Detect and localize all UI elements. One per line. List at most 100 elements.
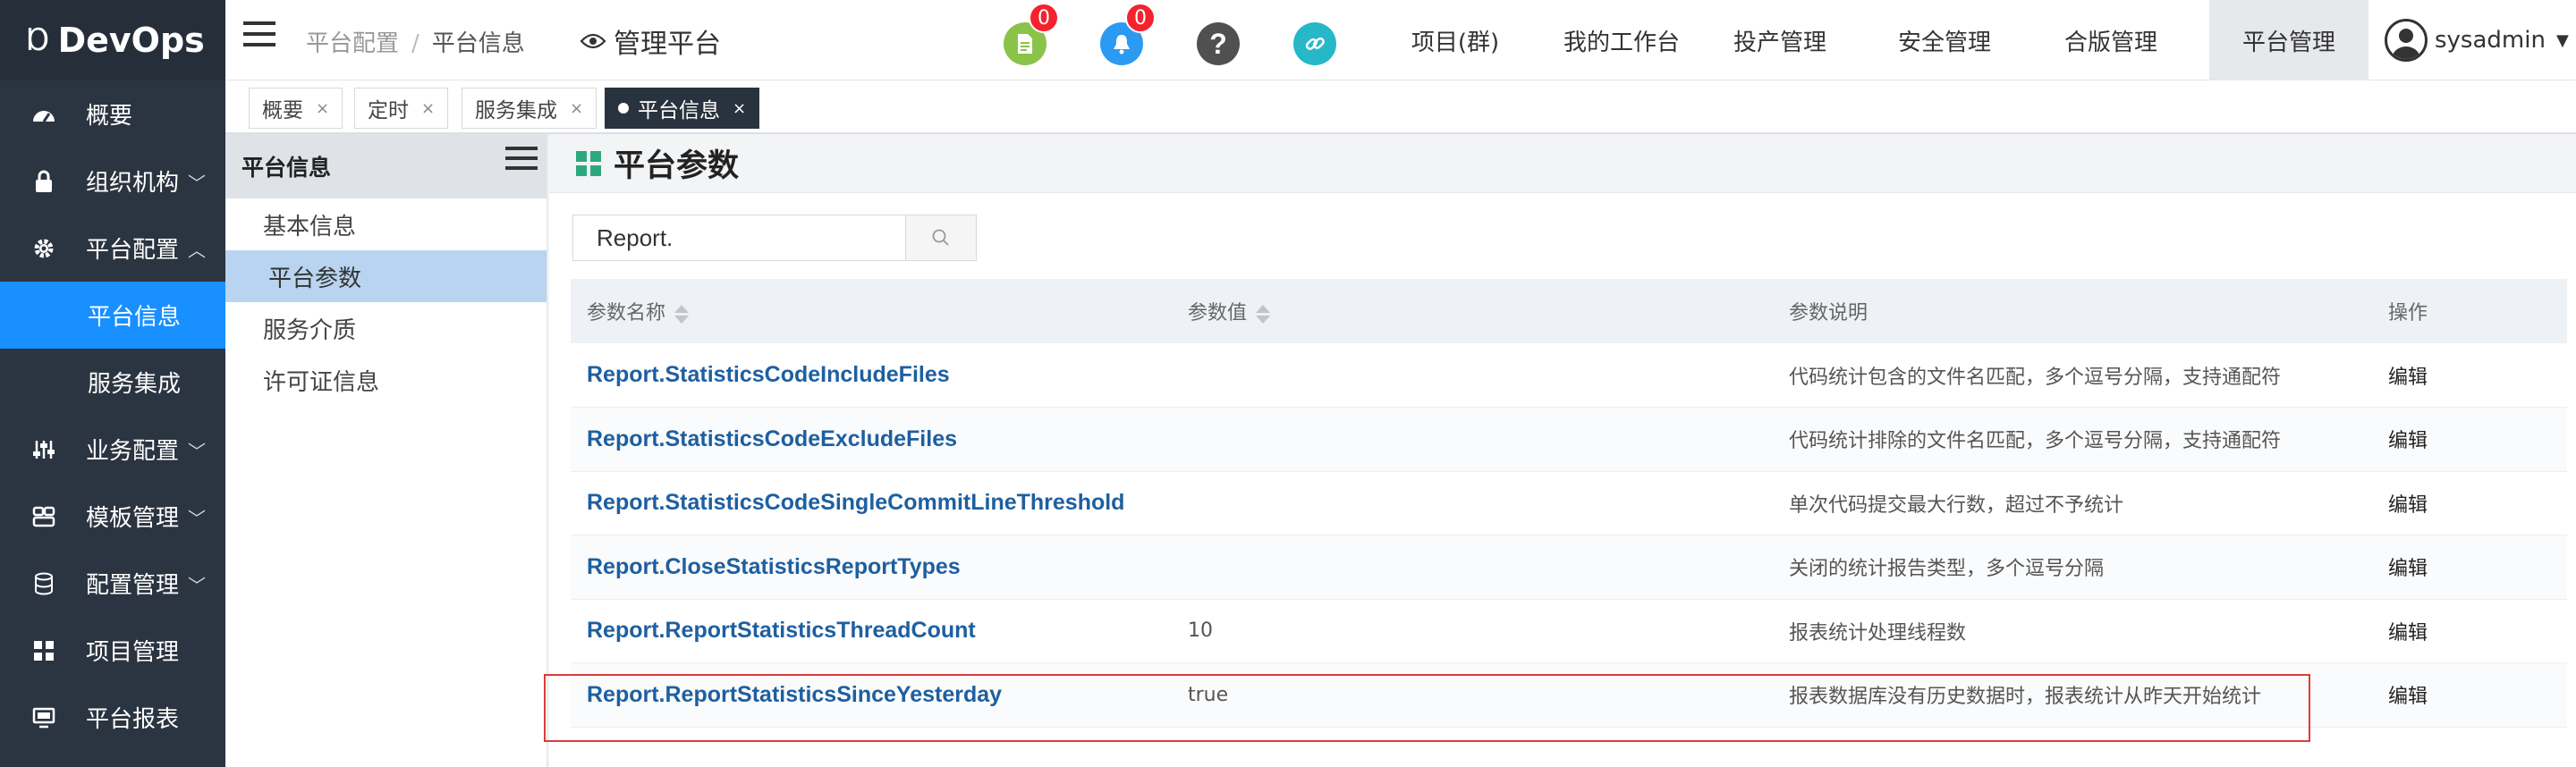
user-menu[interactable]: sysadmin ▼: [2385, 0, 2569, 80]
app-logo[interactable]: Ɒ DevOps: [0, 0, 225, 80]
close-icon[interactable]: ×: [733, 99, 746, 118]
edit-link[interactable]: 编辑: [2372, 343, 2567, 408]
logo-icon: Ɒ: [27, 22, 51, 58]
close-icon[interactable]: ×: [421, 99, 435, 118]
sidebar-item-overview[interactable]: 概要: [0, 80, 225, 148]
search-button[interactable]: [905, 215, 977, 261]
param-description: 关闭的统计报告类型，多个逗号分隔: [1773, 535, 2372, 600]
column-header-name[interactable]: 参数名称: [571, 279, 1172, 343]
breadcrumb: 平台配置 / 平台信息: [306, 30, 525, 57]
link-icon: [1305, 37, 1325, 50]
nav-security-management[interactable]: 安全管理: [1882, 0, 2007, 80]
nav-label: 安全管理: [1897, 29, 1991, 56]
param-value: [1172, 343, 1773, 408]
dashboard-icon: [30, 101, 57, 128]
table-header-row: 参数名称 参数值 参数说明 操作: [571, 279, 2567, 343]
nav-projects[interactable]: 项目(群): [1388, 0, 1522, 80]
sidebar-subitem-label: 服务集成: [88, 371, 182, 398]
top-bar: 平台配置 / 平台信息 管理平台 0 0 ? 项目(群) 我的工作台 投产管理 安全…: [225, 0, 2576, 80]
caret-down-icon: ▼: [2555, 30, 2569, 50]
column-header-label: 参数名称: [587, 302, 666, 324]
breadcrumb-item[interactable]: 平台配置: [306, 30, 399, 57]
nav-workbench[interactable]: 我的工作台: [1546, 0, 1698, 80]
sidebar-item-label: 组织机构: [86, 170, 180, 197]
column-header-value[interactable]: 参数值: [1172, 279, 1773, 343]
username: sysadmin: [2435, 27, 2546, 54]
sidebar: Ɒ DevOps 概要 组织机构 ﹀ 平台配置 ︿ 平台信息 服务集成 业务配置…: [0, 0, 225, 767]
edit-link[interactable]: 编辑: [2372, 471, 2567, 535]
help-button[interactable]: ?: [1197, 22, 1240, 65]
sidebar-item-label: 平台报表: [86, 706, 180, 733]
sidebar-item-config-management[interactable]: 配置管理 ﹀: [0, 550, 225, 617]
doc-notification-button[interactable]: 0: [1004, 3, 1059, 65]
doc-badge: 0: [1029, 3, 1059, 33]
submenu-item-platform-params[interactable]: 平台参数: [225, 250, 547, 302]
search-box: [572, 215, 977, 261]
edit-link[interactable]: 编辑: [2372, 599, 2567, 663]
tab-platform-info[interactable]: 平台信息 ×: [605, 88, 760, 129]
bell-notification-button[interactable]: 0: [1100, 3, 1156, 65]
submenu-item-service-media[interactable]: 服务介质: [225, 302, 547, 354]
sidebar-item-project-management[interactable]: 项目管理: [0, 617, 225, 684]
edit-link[interactable]: 编辑: [2372, 407, 2567, 472]
tab-label: 服务集成: [475, 99, 557, 122]
sidebar-item-label: 概要: [86, 103, 133, 130]
param-description: 代码统计排除的文件名匹配，多个逗号分隔，支持通配符: [1773, 407, 2372, 472]
nav-release-management[interactable]: 投产管理: [1717, 0, 1843, 80]
close-icon[interactable]: ×: [316, 99, 329, 118]
nav-platform-management[interactable]: 平台管理: [2209, 0, 2368, 80]
sidebar-item-template-management[interactable]: 模板管理 ﹀: [0, 483, 225, 550]
param-name[interactable]: Report.StatisticsCodeSingleCommitLineThr…: [571, 471, 1172, 535]
link-button[interactable]: [1293, 22, 1336, 65]
close-icon[interactable]: ×: [570, 99, 583, 118]
template-icon: [30, 503, 57, 530]
table-row: Report.ReportStatisticsThreadCount 10 报表…: [571, 599, 2567, 663]
edit-link[interactable]: 编辑: [2372, 662, 2567, 728]
active-dot-icon: [618, 103, 629, 114]
sidebar-subitem-platform-info[interactable]: 平台信息: [0, 282, 225, 349]
param-description: 报表统计处理线程数: [1773, 599, 2372, 663]
column-header-description: 参数说明: [1773, 279, 2372, 343]
sidebar-subitem-service-integration[interactable]: 服务集成: [0, 349, 225, 416]
sort-icon[interactable]: [1256, 304, 1271, 324]
lock-icon: [30, 168, 57, 195]
submenu-item-basic-info[interactable]: 基本信息: [225, 198, 547, 250]
menu-toggle-icon[interactable]: [243, 21, 275, 48]
submenu-item-label: 许可证信息: [263, 368, 380, 396]
tab-service-integration[interactable]: 服务集成 ×: [462, 88, 597, 129]
sidebar-item-label: 业务配置: [86, 438, 180, 465]
main-panel: 平台参数 参数名称 参数值 参数说明 操作 Report.StatisticsC…: [549, 134, 2576, 767]
tab-label: 定时: [368, 99, 409, 122]
sidebar-item-label: 模板管理: [86, 505, 180, 532]
search-input[interactable]: [572, 215, 905, 261]
nav-label: 项目(群): [1411, 29, 1500, 56]
nav-merge-management[interactable]: 合版管理: [2048, 0, 2174, 80]
param-name[interactable]: Report.ReportStatisticsSinceYesterday: [571, 662, 1172, 728]
param-name[interactable]: Report.ReportStatisticsThreadCount: [571, 599, 1172, 663]
sidebar-item-platform-reports[interactable]: 平台报表: [0, 684, 225, 751]
page-title: 平台参数: [614, 148, 740, 184]
submenu-item-label: 服务介质: [263, 316, 357, 344]
edit-link[interactable]: 编辑: [2372, 535, 2567, 600]
sidebar-item-label: 平台配置: [86, 237, 180, 264]
sidebar-item-platform-config[interactable]: 平台配置 ︿: [0, 215, 225, 282]
management-platform-link[interactable]: 管理平台: [580, 21, 721, 61]
sort-icon[interactable]: [674, 304, 690, 324]
sidebar-item-business-config[interactable]: 业务配置 ﹀: [0, 416, 225, 483]
tab-overview[interactable]: 概要 ×: [249, 88, 343, 129]
param-name[interactable]: Report.StatisticsCodeExcludeFiles: [571, 407, 1172, 472]
param-value: [1172, 535, 1773, 600]
tab-schedule[interactable]: 定时 ×: [354, 88, 449, 129]
param-description: 代码统计包含的文件名匹配，多个逗号分隔，支持通配符: [1773, 343, 2372, 408]
param-name[interactable]: Report.CloseStatisticsReportTypes: [571, 535, 1172, 600]
column-header-label: 操作: [2388, 302, 2428, 324]
sidebar-subitem-label: 平台信息: [88, 304, 182, 331]
chevron-up-icon: ︿: [188, 240, 206, 261]
sidebar-item-organization[interactable]: 组织机构 ﹀: [0, 148, 225, 215]
param-value: [1172, 471, 1773, 535]
tabs-bar: 概要 × 定时 × 服务集成 × 平台信息 ×: [225, 80, 2576, 134]
breadcrumb-current: 平台信息: [431, 30, 525, 57]
submenu-item-license-info[interactable]: 许可证信息: [225, 354, 547, 406]
param-name[interactable]: Report.StatisticsCodeIncludeFiles: [571, 343, 1172, 408]
submenu-toggle-icon[interactable]: [505, 147, 538, 176]
